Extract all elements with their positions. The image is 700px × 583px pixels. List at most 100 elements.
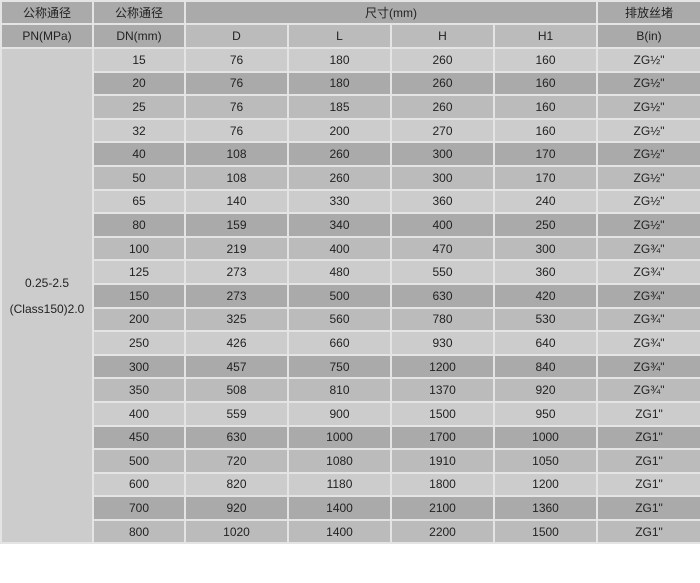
pressure-cell: 0.25-2.5 (Class150)2.0 xyxy=(0,46,94,545)
cell-h: 400 xyxy=(390,212,495,238)
cell-drain: ZG½" xyxy=(596,188,700,215)
cell-d: 457 xyxy=(184,353,289,380)
table-row: 100 219 400 470 300 ZG¾" xyxy=(1,235,700,262)
table-row: 350 508 810 1370 920 ZG¾" xyxy=(1,377,700,403)
cell-h: 630 xyxy=(390,282,495,309)
cell-h1: 360 xyxy=(493,259,598,285)
cell-drain: ZG¾" xyxy=(596,353,700,380)
pressure-range: 0.25-2.5 xyxy=(24,275,70,290)
cell-h: 1370 xyxy=(390,377,495,403)
cell-h1: 160 xyxy=(493,117,598,144)
cell-h1: 160 xyxy=(493,70,598,97)
header-col-l: L xyxy=(287,23,392,49)
cell-d: 720 xyxy=(184,448,289,474)
cell-drain: ZG½" xyxy=(596,141,700,167)
cell-dn: 20 xyxy=(92,70,186,97)
cell-dn: 350 xyxy=(92,377,186,403)
cell-h1: 170 xyxy=(493,141,598,167)
cell-d: 273 xyxy=(184,282,289,309)
cell-d: 108 xyxy=(184,164,289,191)
table-row: 250 426 660 930 640 ZG¾" xyxy=(1,330,700,356)
cell-l: 480 xyxy=(287,259,392,285)
cell-dn: 500 xyxy=(92,448,186,474)
cell-drain: ZG1" xyxy=(596,400,700,427)
cell-h: 550 xyxy=(390,259,495,285)
cell-h1: 420 xyxy=(493,282,598,309)
cell-dn: 250 xyxy=(92,330,186,356)
cell-h: 2100 xyxy=(390,495,495,521)
cell-l: 180 xyxy=(287,47,392,73)
cell-dn: 32 xyxy=(92,117,186,144)
cell-dn: 40 xyxy=(92,141,186,167)
cell-l: 500 xyxy=(287,282,392,309)
cell-l: 1080 xyxy=(287,448,392,474)
cell-h1: 160 xyxy=(493,94,598,120)
cell-dn: 400 xyxy=(92,400,186,427)
header-row-2: PN(MPa) DN(mm) D L H H1 B(in) xyxy=(0,23,700,49)
cell-h1: 300 xyxy=(493,235,598,262)
cell-h: 470 xyxy=(390,235,495,262)
header-dimensions-title: 尺寸(mm) xyxy=(184,0,598,25)
valve-dimensions-table: 公称通径 公称通径 尺寸(mm) 排放丝堵 PN(MPa) DN(mm) D L… xyxy=(0,0,700,545)
pressure-class: (Class150)2.0 xyxy=(9,301,85,316)
table-row: 150 273 500 630 420 ZG¾" xyxy=(1,282,700,309)
cell-d: 325 xyxy=(184,306,289,333)
cell-l: 330 xyxy=(287,188,392,215)
cell-h: 1200 xyxy=(390,353,495,380)
cell-h: 1800 xyxy=(390,471,495,498)
cell-l: 260 xyxy=(287,141,392,167)
table-row: 32 76 200 270 160 ZG½" xyxy=(1,117,700,144)
header-col-h: H xyxy=(390,23,495,49)
cell-h1: 1050 xyxy=(493,448,598,474)
cell-d: 508 xyxy=(184,377,289,403)
cell-dn: 15 xyxy=(92,47,186,73)
cell-l: 810 xyxy=(287,377,392,403)
cell-drain: ZG½" xyxy=(596,117,700,144)
table-row: 80 159 340 400 250 ZG½" xyxy=(1,212,700,238)
cell-l: 750 xyxy=(287,353,392,380)
cell-drain: ZG¾" xyxy=(596,330,700,356)
cell-drain: ZG¾" xyxy=(596,282,700,309)
cell-d: 159 xyxy=(184,212,289,238)
cell-l: 900 xyxy=(287,400,392,427)
cell-h1: 240 xyxy=(493,188,598,215)
table-row: 800 1020 1400 2200 1500 ZG1" xyxy=(1,518,700,545)
header-col-d: D xyxy=(184,23,289,49)
cell-h: 1910 xyxy=(390,448,495,474)
cell-dn: 800 xyxy=(92,518,186,545)
cell-dn: 700 xyxy=(92,495,186,521)
cell-h1: 160 xyxy=(493,47,598,73)
table-row: 300 457 750 1200 840 ZG¾" xyxy=(1,353,700,380)
header-dn-title: 公称通径 xyxy=(92,0,186,25)
cell-drain: ZG¾" xyxy=(596,259,700,285)
table-row: 0.25-2.5 (Class150)2.0 15 76 180 260 160 ZG½" xyxy=(0,46,700,545)
cell-h1: 170 xyxy=(493,164,598,191)
cell-dn: 600 xyxy=(92,471,186,498)
cell-l: 1400 xyxy=(287,518,392,545)
cell-l: 340 xyxy=(287,212,392,238)
cell-d: 273 xyxy=(184,259,289,285)
cell-h1: 1000 xyxy=(493,424,598,451)
cell-drain: ZG1" xyxy=(596,424,700,451)
cell-l: 1180 xyxy=(287,471,392,498)
table-row: 450 630 1000 1700 1000 ZG1" xyxy=(1,424,700,451)
cell-l: 1400 xyxy=(287,495,392,521)
cell-h1: 1500 xyxy=(493,518,598,545)
cell-l: 400 xyxy=(287,235,392,262)
cell-drain: ZG¾" xyxy=(596,377,700,403)
header-row-1: 公称通径 公称通径 尺寸(mm) 排放丝堵 xyxy=(0,0,700,25)
cell-d: 426 xyxy=(184,330,289,356)
cell-h: 260 xyxy=(390,47,495,73)
cell-h: 1700 xyxy=(390,424,495,451)
cell-d: 820 xyxy=(184,471,289,498)
cell-l: 660 xyxy=(287,330,392,356)
cell-d: 219 xyxy=(184,235,289,262)
cell-d: 76 xyxy=(184,70,289,97)
cell-dn: 100 xyxy=(92,235,186,262)
cell-drain: ZG1" xyxy=(596,471,700,498)
cell-drain: ZG¾" xyxy=(596,306,700,333)
cell-h: 270 xyxy=(390,117,495,144)
cell-h1: 640 xyxy=(493,330,598,356)
cell-drain: ZG½" xyxy=(596,94,700,120)
table-row: 40 108 260 300 170 ZG½" xyxy=(1,141,700,167)
